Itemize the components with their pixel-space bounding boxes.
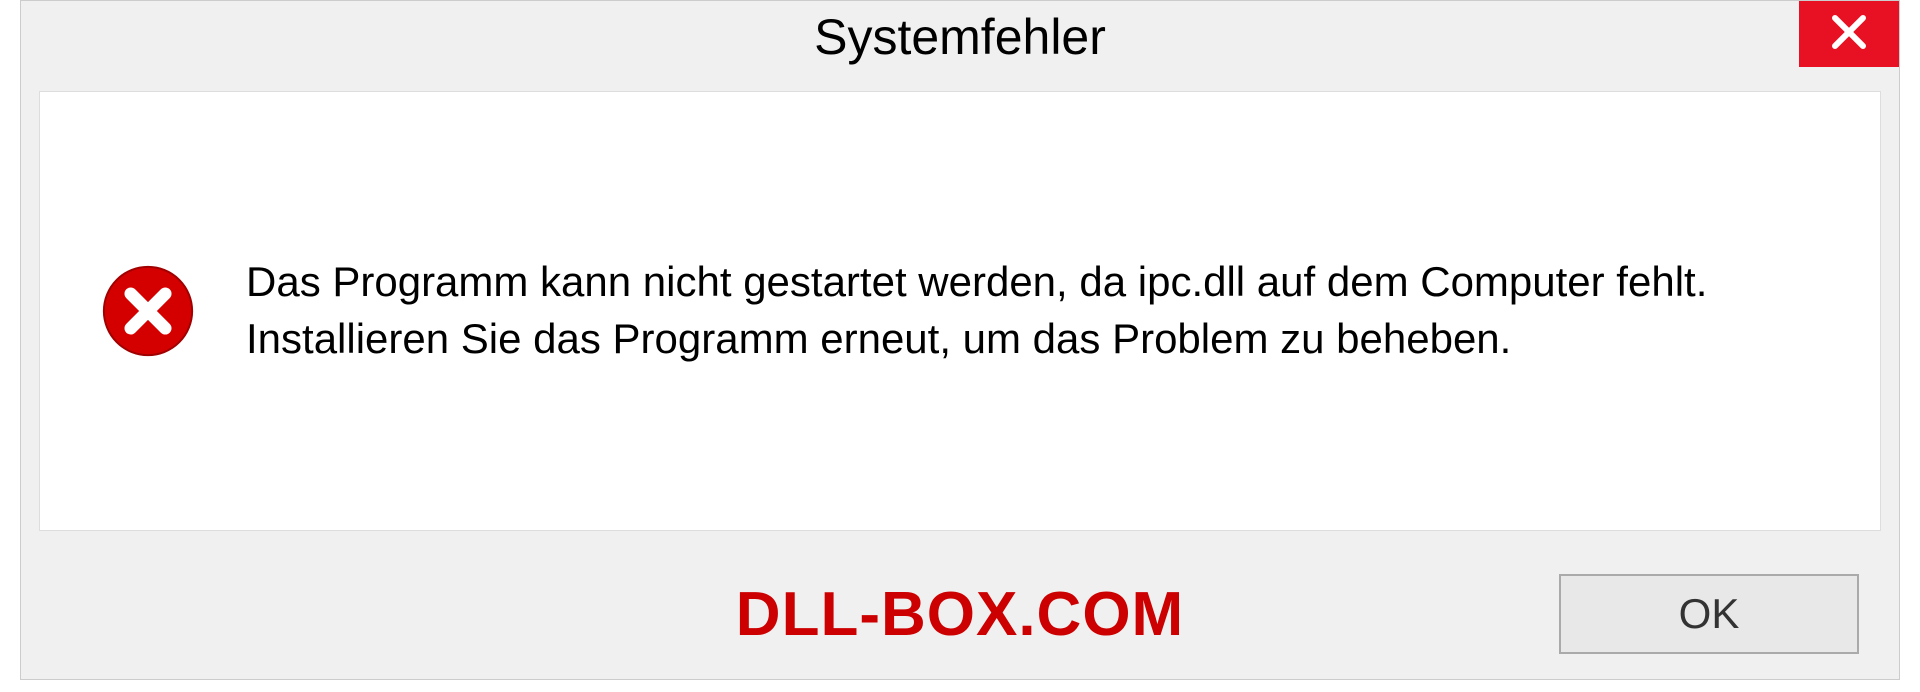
- dialog-footer: DLL-BOX.COM OK: [21, 549, 1899, 679]
- close-icon: [1829, 12, 1869, 57]
- error-dialog: Systemfehler Das Programm kann nicht ges…: [20, 0, 1900, 680]
- close-button[interactable]: [1799, 1, 1899, 67]
- watermark-text: DLL-BOX.COM: [736, 579, 1184, 650]
- ok-button[interactable]: OK: [1559, 574, 1859, 654]
- error-icon: [100, 263, 196, 359]
- error-message: Das Programm kann nicht gestartet werden…: [246, 254, 1746, 367]
- titlebar: Systemfehler: [21, 1, 1899, 73]
- content-area: Das Programm kann nicht gestartet werden…: [39, 91, 1881, 531]
- dialog-title: Systemfehler: [814, 8, 1106, 66]
